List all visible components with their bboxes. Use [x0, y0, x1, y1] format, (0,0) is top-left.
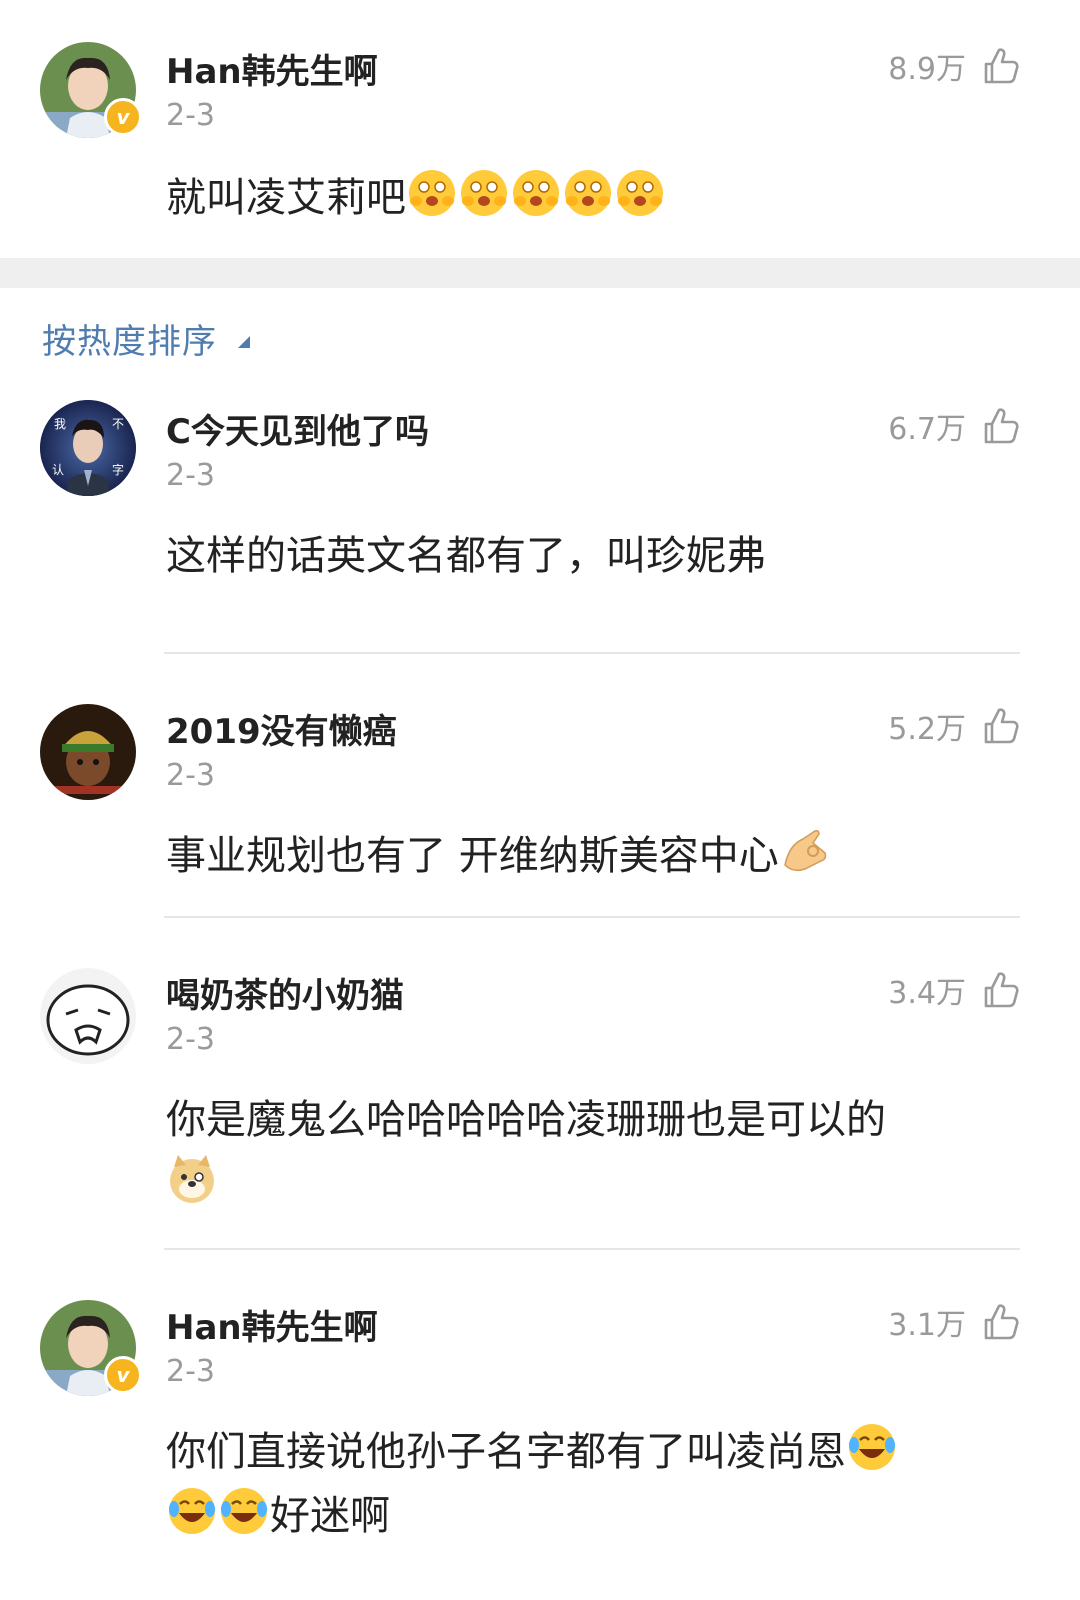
comment-text: 就叫凌艾莉吧 — [166, 166, 1020, 230]
like-count: 5.2万 — [888, 712, 966, 747]
avatar[interactable]: 我 不 认 字 — [40, 400, 136, 496]
username[interactable]: C今天见到他了吗 — [166, 404, 429, 453]
avatar[interactable]: v — [40, 42, 142, 138]
avatar-char: 我 — [54, 417, 66, 431]
avatar-photo: 我 不 认 字 — [40, 400, 136, 496]
avatar-char: 认 — [52, 463, 64, 477]
like-button[interactable]: 3.4万 — [888, 968, 1020, 1012]
doge-emoji-icon — [166, 1153, 218, 1205]
thumbs-up-icon[interactable] — [980, 706, 1020, 746]
avatar-photo — [40, 968, 136, 1064]
avatar-char: 字 — [112, 462, 124, 477]
username[interactable]: 2019没有懒癌 — [166, 704, 397, 753]
verified-badge: v — [104, 98, 142, 136]
thumbs-up-icon[interactable] — [980, 970, 1020, 1010]
username[interactable]: 喝奶茶的小奶猫 — [166, 968, 404, 1017]
comment-date: 2-3 — [166, 1022, 215, 1057]
like-button[interactable]: 3.1万 — [888, 1300, 1020, 1344]
smiley-emoji-icon — [510, 167, 562, 219]
smiley-emoji-icon — [458, 167, 510, 219]
sort-caret-icon[interactable] — [238, 336, 250, 348]
thumbs-up-icon[interactable] — [980, 1302, 1020, 1342]
ok-hand-emoji-icon — [779, 825, 831, 877]
top-comment: v Han韩先生啊 2-3 8.9万 就叫凌艾莉吧 — [0, 0, 1080, 258]
comment-text: 这样的话英文名都有了，叫珍妮弗 — [166, 533, 766, 579]
like-button[interactable]: 6.7万 — [888, 404, 1020, 448]
laughing-crying-emoji-icon — [166, 1485, 218, 1537]
avatar-photo — [40, 704, 136, 800]
comment-date: 2-3 — [166, 1354, 215, 1389]
comment-item: 喝奶茶的小奶猫 2-3 3.4万 你是魔鬼么哈哈哈哈哈凌珊珊也是可以的 — [0, 918, 1080, 1250]
thumbs-up-icon[interactable] — [980, 46, 1020, 86]
like-button[interactable]: 5.2万 — [888, 704, 1020, 748]
laughing-crying-emoji-icon — [218, 1485, 270, 1537]
sort-bar[interactable]: 按热度排序 — [0, 288, 1080, 400]
avatar[interactable] — [40, 968, 136, 1064]
comment-text-content: 你是魔鬼么哈哈哈哈哈凌珊珊也是可以的 — [166, 1097, 886, 1143]
smiley-emoji-icon — [614, 167, 666, 219]
smiley-emoji-icon — [562, 167, 614, 219]
like-count: 8.9万 — [888, 52, 966, 87]
smiley-emoji-icon — [406, 167, 458, 219]
comment-text-content: 你们直接说他孙子名字都有了叫凌尚恩 — [166, 1429, 846, 1475]
comment-item: 2019没有懒癌 2-3 5.2万 事业规划也有了 开维纳斯美容中心 — [0, 654, 1080, 918]
comment-text-content: 就叫凌艾莉吧 — [166, 175, 406, 221]
like-count: 3.4万 — [888, 976, 966, 1011]
comment-text: 你们直接说他孙子名字都有了叫凌尚恩好迷啊 — [166, 1420, 1020, 1548]
section-separator — [0, 258, 1080, 288]
comment-item: 我 不 认 字 C今天见到他了吗 2-3 6.7万 这样的话英文名都有了，叫珍妮… — [0, 400, 1080, 654]
avatar[interactable] — [40, 704, 136, 800]
comment-date: 2-3 — [166, 458, 215, 493]
comment-text: 事业规划也有了 开维纳斯美容中心 — [166, 824, 1020, 888]
like-count: 6.7万 — [888, 412, 966, 447]
comment-date: 2-3 — [166, 98, 215, 133]
comment-date: 2-3 — [166, 758, 215, 793]
laughing-crying-emoji-icon — [846, 1421, 898, 1473]
sort-label[interactable]: 按热度排序 — [42, 314, 217, 363]
like-count: 3.1万 — [888, 1308, 966, 1343]
avatar-char: 不 — [112, 417, 124, 431]
avatar[interactable]: v — [40, 1300, 142, 1396]
comment-text-content: 好迷啊 — [270, 1493, 390, 1539]
username[interactable]: Han韩先生啊 — [166, 44, 378, 93]
like-button[interactable]: 8.9万 — [888, 44, 1020, 88]
comment-text-content: 事业规划也有了 开维纳斯美容中心 — [166, 833, 779, 879]
comment-text: 你是魔鬼么哈哈哈哈哈凌珊珊也是可以的 — [166, 1088, 1020, 1216]
thumbs-up-icon[interactable] — [980, 406, 1020, 446]
verified-badge: v — [104, 1356, 142, 1394]
username[interactable]: Han韩先生啊 — [166, 1300, 378, 1349]
comment-item: v Han韩先生啊 2-3 3.1万 你们直接说他孙子名字都有了叫凌尚恩好迷啊 — [0, 1250, 1080, 1600]
